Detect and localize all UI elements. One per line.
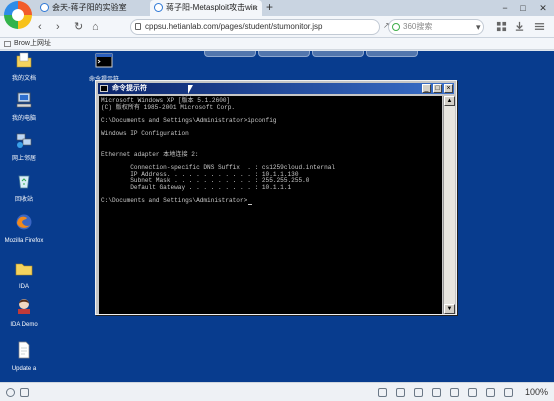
update-file-icon bbox=[18, 341, 30, 359]
cmd-minimize-button[interactable]: _ bbox=[422, 84, 431, 93]
search-input[interactable]: 360搜索 bbox=[388, 19, 484, 35]
console-output[interactable]: Microsoft Windows XP [版本 5.1.2600] (C) 版权… bbox=[99, 96, 442, 314]
back-button[interactable]: ‹ bbox=[38, 19, 42, 35]
clean-icon[interactable] bbox=[468, 388, 477, 397]
console-line: C:\Documents and Settings\Administrator> bbox=[101, 198, 442, 206]
minimize-button[interactable]: − bbox=[498, 0, 512, 16]
desktop-icon-network-places[interactable]: 网上邻居 bbox=[0, 131, 48, 163]
reload-button[interactable]: ↻ bbox=[74, 19, 83, 35]
tab-label: 蒋子阳-Metasploit攻击win bbox=[166, 3, 258, 12]
speaker-icon[interactable] bbox=[432, 388, 441, 397]
status-bar: 100% bbox=[0, 382, 554, 401]
address-toolbar: ‹ › ↻ ⌂ cppsu.hetianlab.com/pages/studen… bbox=[0, 16, 554, 38]
scroll-up-button[interactable]: ▲ bbox=[444, 96, 455, 106]
icon-label: 我的文档 bbox=[11, 76, 36, 82]
console-line: Ethernet adapter 本地连接 2: bbox=[101, 150, 199, 158]
tab-metasploit[interactable]: 蒋子阳-Metasploit攻击win × bbox=[150, 0, 262, 16]
home-button[interactable]: ⌂ bbox=[92, 19, 99, 35]
tab-close-icon[interactable]: × bbox=[253, 0, 258, 16]
network-places-icon bbox=[16, 133, 32, 148]
console-line: Windows IP Configuration bbox=[101, 130, 189, 138]
icon-label: 我的电脑 bbox=[11, 116, 36, 122]
desktop-icon-my-computer[interactable]: 我的电脑 bbox=[0, 91, 48, 123]
console-scrollbar[interactable]: ▲ ▼ bbox=[443, 96, 455, 314]
cmd-titlebar[interactable]: 命令提示符 _ □ × bbox=[98, 83, 454, 94]
cmd-title: 命令提示符 bbox=[112, 85, 147, 92]
mouse-cursor-icon bbox=[188, 85, 193, 94]
maximize-button[interactable]: □ bbox=[516, 0, 530, 16]
firefox-icon bbox=[16, 214, 32, 230]
tab-lab[interactable]: 会天-蒋子阳的实验室 bbox=[36, 0, 148, 16]
grid-menu-icon[interactable] bbox=[496, 21, 507, 32]
tab-favicon-icon bbox=[154, 3, 163, 12]
tab-bar: 会天-蒋子阳的实验室 蒋子阳-Metasploit攻击win × + − □ ✕ bbox=[0, 0, 554, 29]
window-icon[interactable] bbox=[486, 388, 495, 397]
hamburger-menu-icon[interactable] bbox=[534, 21, 545, 32]
desktop-icon-update[interactable]: Update a bbox=[0, 341, 48, 373]
my-computer-icon bbox=[16, 92, 32, 108]
security-lock-icon bbox=[135, 23, 141, 30]
ida-folder-icon bbox=[15, 263, 33, 276]
my-documents-icon bbox=[16, 52, 32, 68]
new-tab-button[interactable]: + bbox=[266, 0, 273, 15]
cmd-maximize-button[interactable]: □ bbox=[433, 84, 442, 93]
desktop-icon-my-documents[interactable]: 我的文档 bbox=[0, 51, 48, 83]
desktop-icon-ida-demo[interactable]: IDA Demo bbox=[0, 297, 48, 329]
sidebar-icon[interactable] bbox=[504, 388, 513, 397]
command-prompt-window[interactable]: 命令提示符 _ □ × Microsoft Windows XP [版本 5.1… bbox=[95, 80, 457, 315]
bookmark-folder-icon bbox=[4, 41, 11, 47]
cmd-close-button[interactable]: × bbox=[444, 84, 453, 93]
icon-label: 回收站 bbox=[14, 197, 33, 203]
tab-label: 会天-蒋子阳的实验室 bbox=[52, 3, 127, 12]
console-line: (C) 版权所有 1985-2001 Microsoft Corp. bbox=[101, 103, 236, 111]
screenshot-icon[interactable] bbox=[378, 388, 387, 397]
desktop-icon-firefox[interactable]: Mozilla Firefox bbox=[0, 213, 48, 245]
address-text: cppsu.hetianlab.com/pages/student/stumon… bbox=[145, 22, 323, 31]
remote-toolbar-tab[interactable] bbox=[204, 51, 256, 57]
music-icon[interactable] bbox=[450, 388, 459, 397]
browser-logo-icon[interactable] bbox=[4, 1, 32, 29]
close-button[interactable]: ✕ bbox=[536, 0, 550, 16]
recycle-bin-icon bbox=[18, 175, 30, 189]
tab-favicon-icon bbox=[40, 3, 49, 12]
remote-desktop[interactable]: 我的文档 命令提示符 我的电脑 网上邻居 回收站 Mozilla Firefox… bbox=[0, 51, 554, 382]
download-manager-icon[interactable] bbox=[414, 388, 423, 397]
bookmark-bar: Brow上网址 bbox=[0, 38, 554, 50]
search-placeholder: 360搜索 bbox=[403, 22, 433, 31]
shield-icon[interactable] bbox=[20, 388, 29, 397]
remote-toolbar-tab[interactable] bbox=[312, 51, 364, 57]
ida-demo-icon bbox=[18, 299, 30, 314]
address-input[interactable]: cppsu.hetianlab.com/pages/student/stumon… bbox=[130, 19, 380, 35]
icon-label: 网上邻居 bbox=[11, 156, 36, 162]
icon-label: IDA Demo bbox=[10, 322, 38, 328]
bookmark-item[interactable]: Brow上网址 bbox=[14, 40, 51, 47]
icon-label: Mozilla Firefox bbox=[4, 238, 44, 244]
icon-label: IDA bbox=[18, 284, 29, 290]
user-icon[interactable] bbox=[6, 388, 15, 397]
remote-toolbar-tab[interactable] bbox=[366, 51, 418, 57]
command-prompt-icon bbox=[95, 53, 113, 68]
console-line: C:\Documents and Settings\Administrator>… bbox=[101, 117, 277, 125]
cmd-window-icon bbox=[100, 85, 108, 92]
translate-icon[interactable] bbox=[396, 388, 405, 397]
desktop-icon-recycle-bin[interactable]: 回收站 bbox=[0, 172, 48, 204]
remote-toolbar-tab[interactable] bbox=[258, 51, 310, 57]
search-engine-icon bbox=[392, 23, 400, 31]
forward-button[interactable]: › bbox=[56, 19, 60, 35]
console-line: Default Gateway . . . . . . . . . : 10.1… bbox=[101, 183, 292, 191]
search-dropdown-icon[interactable]: ▾ bbox=[476, 19, 481, 35]
browser-window: 会天-蒋子阳的实验室 蒋子阳-Metasploit攻击win × + − □ ✕… bbox=[0, 0, 554, 401]
scroll-down-button[interactable]: ▼ bbox=[444, 304, 455, 314]
download-icon[interactable] bbox=[514, 21, 525, 32]
text-cursor bbox=[248, 204, 253, 206]
icon-label: Update a bbox=[11, 366, 37, 372]
desktop-icon-ida[interactable]: IDA bbox=[0, 259, 48, 291]
zoom-level[interactable]: 100% bbox=[525, 386, 548, 398]
